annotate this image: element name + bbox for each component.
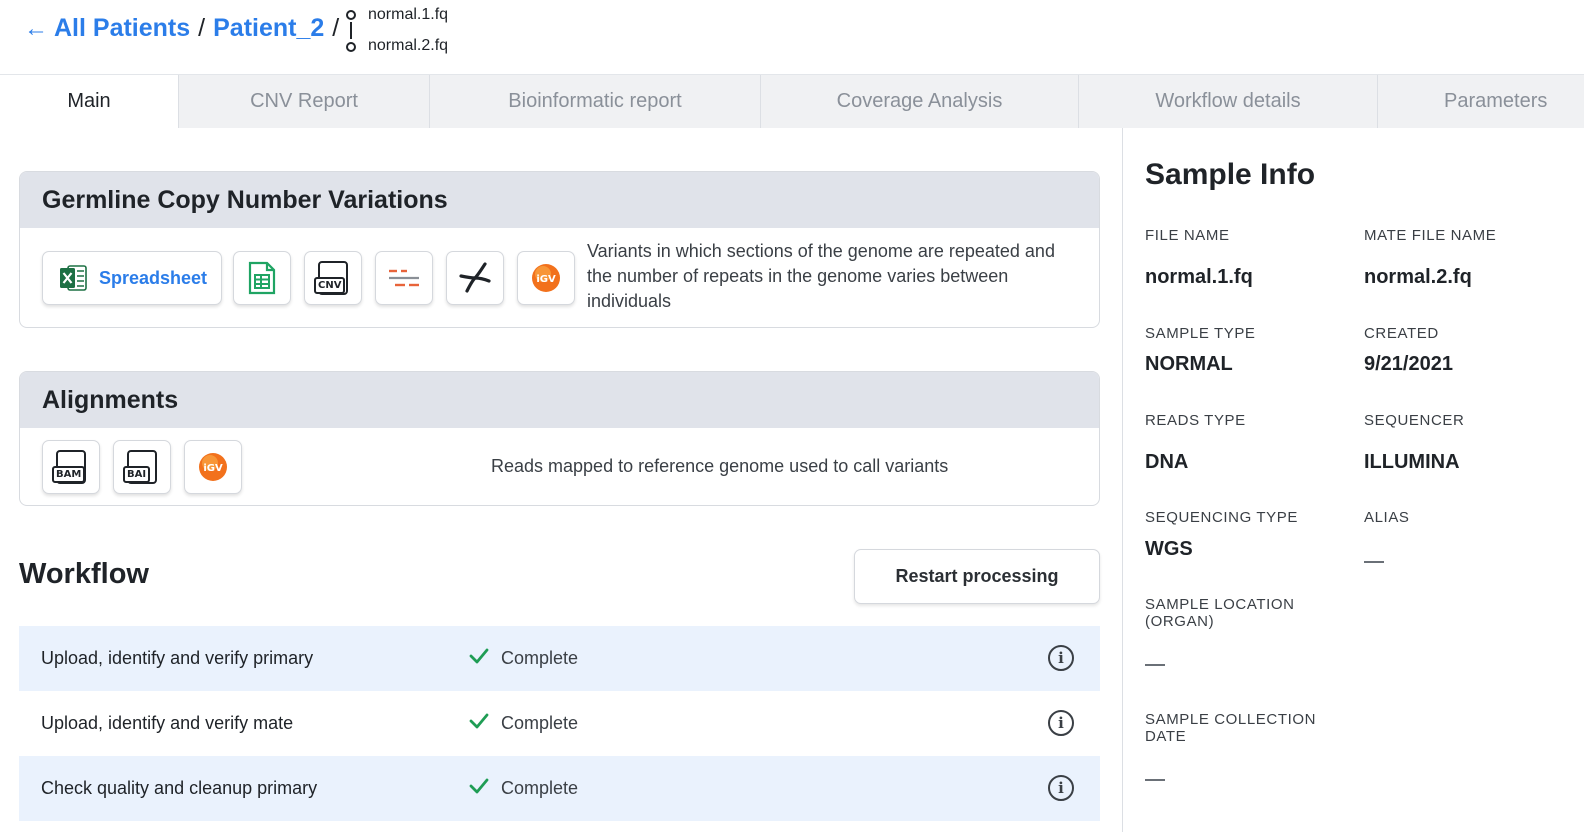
- alignments-card-title: Alignments: [20, 372, 1099, 428]
- tab-main[interactable]: Main: [0, 75, 179, 128]
- bai-file-icon: BAI: [123, 450, 157, 484]
- segments-button[interactable]: [375, 251, 433, 305]
- breadcrumb-all-patients-link[interactable]: All Patients: [54, 14, 190, 43]
- sidebar-divider: [1122, 128, 1123, 832]
- segments-icon: [389, 269, 419, 287]
- igv-icon: iGV: [199, 453, 227, 481]
- alignments-card: Alignments BAM BAI iGV Reads mapped to r…: [19, 371, 1100, 506]
- pair-node-icon: [346, 10, 356, 20]
- workflow-title: Workflow: [19, 558, 149, 590]
- file-name-value: normal.1.fq: [1145, 266, 1253, 288]
- workflow-step-row: Upload, identify and verify primary Comp…: [19, 626, 1100, 691]
- sequencing-type-value: WGS: [1145, 538, 1193, 560]
- bam-file-icon: BAM: [52, 450, 86, 484]
- breadcrumb-patient-link[interactable]: Patient_2: [213, 14, 324, 43]
- tab-parameters[interactable]: Parameters: [1378, 75, 1584, 128]
- bam-file-button[interactable]: BAM: [42, 440, 100, 494]
- sequencer-label: SEQUENCER: [1364, 412, 1465, 429]
- back-arrow-icon[interactable]: ←: [24, 15, 48, 43]
- sample-collection-date-label: SAMPLE COLLECTION DATE: [1145, 711, 1317, 745]
- chromosome-button[interactable]: [446, 251, 504, 305]
- sample-collection-date-empty-dash: [1145, 779, 1165, 781]
- mate-file-name-label: MATE FILE NAME: [1364, 227, 1497, 244]
- igv-button[interactable]: iGV: [517, 251, 575, 305]
- sample-location-empty-dash: [1145, 664, 1165, 666]
- workflow-step-status: Complete: [501, 778, 579, 798]
- workflow-step-status: Complete: [501, 713, 579, 733]
- created-label: CREATED: [1364, 325, 1439, 342]
- info-icon[interactable]: i: [1048, 775, 1074, 801]
- alignments-card-description: Reads mapped to reference genome used to…: [491, 456, 949, 476]
- pair-link-icon: [350, 22, 352, 39]
- cnv-file-button[interactable]: CNV: [304, 251, 362, 305]
- cnv-file-tag: CNV: [314, 277, 346, 294]
- workflow-step-name: Upload, identify and verify primary: [41, 648, 314, 668]
- tab-coverage-analysis[interactable]: Coverage Analysis: [761, 75, 1079, 128]
- sample-info-title: Sample Info: [1145, 158, 1316, 191]
- tab-bioinformatic-report[interactable]: Bioinformatic report: [430, 75, 761, 128]
- primary-file-name: normal.1.fq: [368, 6, 449, 23]
- check-icon: [469, 778, 489, 794]
- file-name-label: FILE NAME: [1145, 227, 1230, 244]
- breadcrumb-separator: /: [198, 14, 206, 42]
- igv-button[interactable]: iGV: [184, 440, 242, 494]
- excel-icon: [60, 265, 87, 291]
- igv-icon-tag: iGV: [203, 463, 223, 474]
- workflow-step-row: Upload, identify and verify mate Complet…: [19, 691, 1100, 756]
- pair-node-icon: [346, 42, 356, 52]
- tab-cnv-report[interactable]: CNV Report: [179, 75, 430, 128]
- reads-type-label: READS TYPE: [1145, 412, 1246, 429]
- created-value: 9/21/2021: [1364, 353, 1453, 375]
- bam-file-tag: BAM: [52, 466, 86, 483]
- bai-file-button[interactable]: BAI: [113, 440, 171, 494]
- tab-bar: Main CNV Report Bioinformatic report Cov…: [0, 74, 1584, 128]
- sample-type-label: SAMPLE TYPE: [1145, 325, 1256, 342]
- chromosome-icon: [459, 262, 491, 293]
- spreadsheet-button[interactable]: Spreadsheet: [42, 251, 222, 305]
- igv-icon-tag: iGV: [536, 274, 556, 285]
- info-icon[interactable]: i: [1048, 645, 1074, 671]
- sequencing-type-label: SEQUENCING TYPE: [1145, 509, 1298, 526]
- workflow-step-name: Upload, identify and verify mate: [41, 713, 294, 733]
- sequencer-value: ILLUMINA: [1364, 451, 1460, 473]
- spreadsheet-button-label: Spreadsheet: [99, 267, 208, 288]
- page-header: ← All Patients / Patient_2 / normal.1.fq…: [0, 0, 1584, 74]
- reads-type-value: DNA: [1145, 451, 1189, 473]
- breadcrumb-separator: /: [332, 14, 340, 42]
- sample-type-value: NORMAL: [1145, 353, 1233, 375]
- alias-empty-dash: [1364, 561, 1384, 563]
- igv-icon: iGV: [532, 264, 560, 292]
- bai-file-tag: BAI: [123, 466, 151, 483]
- google-sheets-button[interactable]: [233, 251, 291, 305]
- google-sheets-icon: [248, 261, 276, 295]
- tab-workflow-details[interactable]: Workflow details: [1079, 75, 1378, 128]
- cnv-card: Germline Copy Number Variations Spreadsh…: [19, 171, 1100, 328]
- mate-file-name-value: normal.2.fq: [1364, 266, 1472, 288]
- workflow-step-name: Check quality and cleanup primary: [41, 778, 318, 798]
- info-icon[interactable]: i: [1048, 710, 1074, 736]
- breadcrumb: ← All Patients / Patient_2 /: [24, 14, 347, 43]
- mate-file-name: normal.2.fq: [368, 37, 449, 54]
- cnv-card-description: Variants in which sections of the genome…: [587, 241, 1055, 311]
- sample-location-label: SAMPLE LOCATION (ORGAN): [1145, 596, 1295, 630]
- cnv-file-icon: CNV: [314, 261, 348, 295]
- cnv-card-title: Germline Copy Number Variations: [20, 172, 1099, 228]
- workflow-step-status: Complete: [501, 648, 579, 668]
- workflow-step-row: Check quality and cleanup primary Comple…: [19, 756, 1100, 821]
- check-icon: [469, 713, 489, 729]
- check-icon: [469, 648, 489, 664]
- alias-label: ALIAS: [1364, 509, 1410, 526]
- restart-processing-button[interactable]: Restart processing: [854, 549, 1100, 604]
